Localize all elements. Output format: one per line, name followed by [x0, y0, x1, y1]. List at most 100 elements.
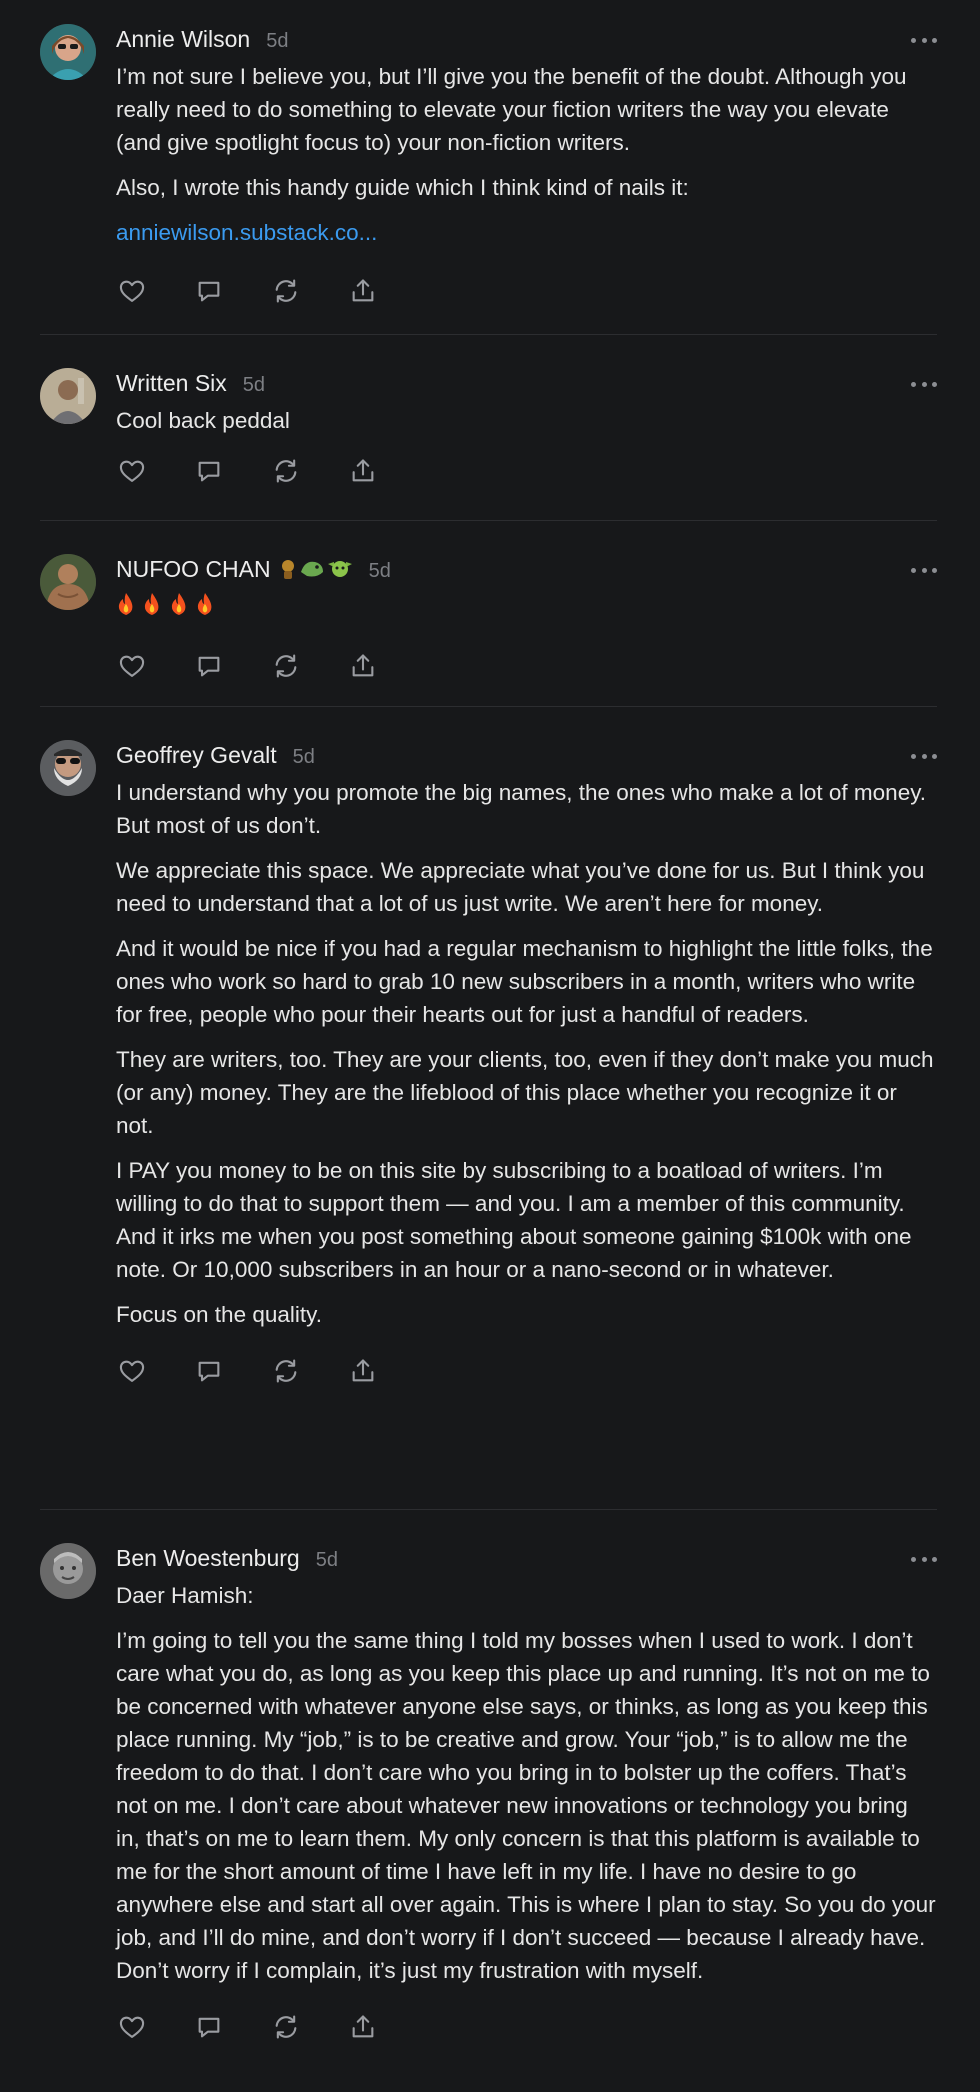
share-icon	[352, 1359, 374, 1382]
restack-icon	[275, 2015, 297, 2039]
like-button[interactable]	[116, 1355, 148, 1387]
author-name[interactable]: Geoffrey Gevalt	[116, 740, 277, 770]
avatar[interactable]	[40, 24, 96, 80]
fire-emoji-icon	[116, 592, 136, 616]
comment-paragraph: And it would be nice if you had a regula…	[116, 936, 933, 1027]
comment-header: Geoffrey Gevalt 5d	[116, 740, 936, 770]
comment-header: NUFOO CHAN 5d	[116, 554, 936, 584]
heart-icon	[119, 460, 145, 482]
action-bar	[116, 455, 936, 487]
share-button[interactable]	[347, 455, 379, 487]
share-button[interactable]	[347, 2011, 379, 2043]
comment-paragraph: Daer Hamish:	[116, 1583, 254, 1608]
share-icon	[352, 459, 374, 482]
like-button[interactable]	[116, 275, 148, 307]
comment: Geoffrey Gevalt 5d I understand why you …	[40, 707, 937, 1510]
restack-button[interactable]	[270, 455, 302, 487]
timestamp[interactable]: 5d	[293, 742, 315, 772]
comment-text	[116, 592, 936, 622]
bear-emoji-icon	[281, 560, 294, 579]
goblin-emoji-icon	[327, 561, 352, 577]
comment-icon	[198, 2017, 220, 2038]
restack-icon	[275, 279, 297, 303]
author-name[interactable]: NUFOO CHAN	[116, 554, 271, 584]
restack-icon	[275, 654, 297, 678]
comment-paragraph: I’m going to tell you the same thing I t…	[116, 1628, 936, 1983]
more-options-button[interactable]	[911, 560, 937, 580]
reply-button[interactable]	[193, 650, 225, 682]
share-icon	[352, 2015, 374, 2038]
author-name[interactable]: Written Six	[116, 368, 227, 398]
comment-text: Daer Hamish: I’m going to tell you the s…	[116, 1579, 936, 1987]
more-options-button[interactable]	[911, 746, 937, 766]
reply-button[interactable]	[193, 2011, 225, 2043]
comment-icon	[198, 281, 220, 302]
share-button[interactable]	[347, 275, 379, 307]
comment: Written Six 5d Cool back peddal	[40, 335, 937, 521]
fire-emoji-icon	[169, 592, 189, 616]
reply-button[interactable]	[193, 275, 225, 307]
action-bar	[116, 1355, 936, 1387]
action-bar	[116, 2011, 936, 2043]
more-options-button[interactable]	[911, 1549, 937, 1569]
comment: Annie Wilson 5d I’m not sure I believe y…	[40, 0, 937, 335]
comment-text: I’m not sure I believe you, but I’ll giv…	[116, 60, 936, 249]
heart-icon	[119, 1360, 145, 1382]
share-icon	[352, 279, 374, 302]
timestamp[interactable]: 5d	[243, 370, 265, 400]
comment-text: I understand why you promote the big nam…	[116, 776, 936, 1331]
author-name[interactable]: Ben Woestenburg	[116, 1543, 300, 1573]
share-icon	[352, 654, 374, 677]
comment: NUFOO CHAN 5d	[40, 521, 937, 707]
restack-icon	[275, 459, 297, 483]
comment-paragraph: I understand why you promote the big nam…	[116, 780, 927, 838]
comment-header: Annie Wilson 5d	[116, 24, 936, 54]
heart-icon	[119, 2016, 145, 2038]
comment-paragraph: Focus on the quality.	[116, 1302, 322, 1327]
comment: Ben Woestenburg 5d Daer Hamish: I’m goin…	[40, 1510, 937, 2090]
share-button[interactable]	[347, 650, 379, 682]
reply-button[interactable]	[193, 455, 225, 487]
action-bar	[116, 650, 936, 682]
comment-paragraph: They are writers, too. They are your cli…	[116, 1047, 934, 1138]
restack-button[interactable]	[270, 275, 302, 307]
comment-text: Cool back peddal	[116, 404, 936, 437]
share-button[interactable]	[347, 1355, 379, 1387]
comment-paragraph: Also, I wrote this handy guide which I t…	[116, 175, 689, 200]
author-emoji-badges	[279, 558, 353, 580]
restack-button[interactable]	[270, 1355, 302, 1387]
more-options-button[interactable]	[911, 374, 937, 394]
comment-icon	[198, 656, 220, 677]
more-options-button[interactable]	[911, 30, 937, 50]
fire-emoji-icon	[142, 592, 162, 616]
timestamp[interactable]: 5d	[266, 26, 288, 56]
action-bar	[116, 275, 936, 307]
restack-icon	[275, 1359, 297, 1383]
heart-icon	[119, 655, 145, 677]
comment-paragraph: Cool back peddal	[116, 408, 290, 433]
reply-button[interactable]	[193, 1355, 225, 1387]
timestamp[interactable]: 5d	[369, 556, 391, 586]
comment-link[interactable]: anniewilson.substack.co...	[116, 220, 377, 245]
avatar[interactable]	[40, 1543, 96, 1599]
comment-feed: Annie Wilson 5d I’m not sure I believe y…	[0, 0, 980, 2090]
comment-paragraph: I PAY you money to be on this site by su…	[116, 1158, 912, 1282]
like-button[interactable]	[116, 650, 148, 682]
restack-button[interactable]	[270, 2011, 302, 2043]
comment-paragraph: We appreciate this space. We appreciate …	[116, 858, 925, 916]
restack-button[interactable]	[270, 650, 302, 682]
comment-paragraph: I’m not sure I believe you, but I’ll giv…	[116, 64, 907, 155]
comment-icon	[198, 461, 220, 482]
timestamp[interactable]: 5d	[316, 1545, 338, 1575]
dragon-emoji-icon	[300, 561, 323, 577]
comment-header: Ben Woestenburg 5d	[116, 1543, 936, 1573]
avatar[interactable]	[40, 368, 96, 424]
avatar[interactable]	[40, 554, 96, 610]
like-button[interactable]	[116, 2011, 148, 2043]
comment-icon	[198, 1361, 220, 1382]
heart-icon	[119, 280, 145, 302]
avatar[interactable]	[40, 740, 96, 796]
comment-header: Written Six 5d	[116, 368, 936, 398]
like-button[interactable]	[116, 455, 148, 487]
author-name[interactable]: Annie Wilson	[116, 24, 250, 54]
